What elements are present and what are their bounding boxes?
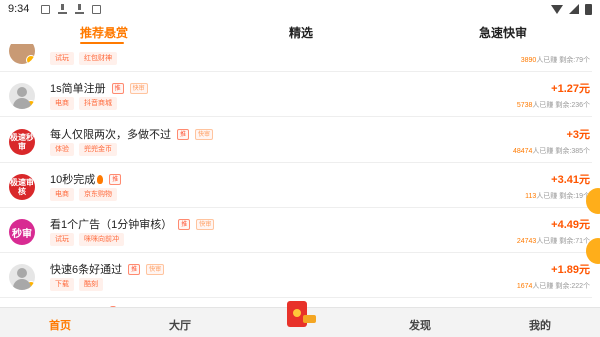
download-notification-icon xyxy=(58,4,68,14)
task-stats: 5738人已赚 剩余:236个 xyxy=(516,102,590,109)
task-reward: +3.41元 xyxy=(551,174,590,186)
red-packet-icon[interactable] xyxy=(287,301,307,327)
verified-badge-icon xyxy=(26,100,35,109)
recommend-mark: 推 xyxy=(128,263,141,275)
task-tag: 酷刻 xyxy=(79,278,103,291)
task-avatar: 极速审核 xyxy=(9,174,35,200)
task-title: 看1个广告（1分钟审核） xyxy=(50,219,173,231)
task-avatar xyxy=(9,83,35,109)
task-avatar xyxy=(9,44,35,64)
status-time: 9:34 xyxy=(8,3,30,15)
task-tag: 咪咪向前冲 xyxy=(79,233,124,246)
gift-icon xyxy=(303,315,316,323)
nav-home[interactable]: 首页 xyxy=(49,317,71,333)
task-stats: 113人已赚 剩余:19个 xyxy=(525,193,590,200)
task-title: 快速6条好通过 xyxy=(50,264,123,276)
task-reward: +3元 xyxy=(566,129,590,141)
task-tag: 红包财神 xyxy=(79,52,117,65)
tab-featured[interactable]: 精选 xyxy=(289,24,313,41)
task-stats: 1674人已赚 剩余:222个 xyxy=(516,283,590,290)
task-stats: 48474人已赚 剩余:385个 xyxy=(512,148,590,155)
task-row[interactable]: 秒审 看1个广告（1分钟审核） 推 快审 试玩 咪咪向前冲 +4.49元 247… xyxy=(0,208,592,253)
nav-discover[interactable]: 发现 xyxy=(409,317,431,333)
fast-review-mark: 快审 xyxy=(195,128,214,140)
task-tag: 下载 xyxy=(50,278,74,291)
task-avatar: 秒审 xyxy=(9,219,35,245)
verified-badge-icon xyxy=(26,55,35,64)
task-title: 1s简单注册 xyxy=(50,83,106,95)
task-tag: 体验 xyxy=(50,143,74,156)
task-row[interactable]: 极速审核 10秒完成 推 电商 京东购物 +3.41元 113人已赚 剩余:19… xyxy=(0,163,592,208)
signal-icon xyxy=(569,4,579,14)
task-list[interactable]: 试玩 红包财神 3890人已赚 剩余:79个 1s简单注册 推 快审 电商 抖音… xyxy=(0,44,600,307)
task-row[interactable]: 快速6条好通过 推 快审 下载 酷刻 +1.89元 1674人已赚 剩余:222… xyxy=(0,253,592,298)
recommend-mark: 推 xyxy=(111,82,124,94)
task-reward: +4.49元 xyxy=(551,219,590,231)
task-tag: 电商 xyxy=(50,188,74,201)
tab-fast-review[interactable]: 急速快审 xyxy=(479,24,527,41)
task-row[interactable]: 1s简单注册 推 快审 电商 抖音商城 +1.27元 5738人已赚 剩余:23… xyxy=(0,72,592,117)
task-title: 每人仅限两次，多做不过 xyxy=(50,129,171,141)
top-tabs: 推荐悬赏 精选 急速快审 xyxy=(0,18,600,44)
task-tag: 兜兜金币 xyxy=(79,143,117,156)
task-row[interactable]: 极速秒审 每人仅限两次，多做不过 推 快审 体验 兜兜金币 +3元 48474人… xyxy=(0,118,592,163)
download-notification-icon xyxy=(75,4,85,14)
recommend-mark: 推 xyxy=(178,218,191,230)
fire-icon xyxy=(97,174,104,184)
task-tag: 电商 xyxy=(50,97,74,110)
task-stats: 3890人已赚 剩余:79个 xyxy=(520,57,590,64)
task-tag: 试玩 xyxy=(50,52,74,65)
verified-badge-icon xyxy=(26,281,35,290)
status-bar: 9:34 xyxy=(0,0,600,18)
task-title: 10秒完成 xyxy=(50,174,96,186)
task-reward: +1.27元 xyxy=(551,83,590,95)
tab-recommended[interactable]: 推荐悬赏 xyxy=(80,24,128,41)
task-row[interactable]: 试玩 红包财神 3890人已赚 剩余:79个 xyxy=(0,44,592,72)
fast-review-mark: 快审 xyxy=(196,218,215,230)
task-stats: 24743人已赚 剩余:71个 xyxy=(516,238,590,245)
nav-mine[interactable]: 我的 xyxy=(529,317,551,333)
recommend-mark: 推 xyxy=(109,173,122,185)
task-tag: 抖音商城 xyxy=(79,97,117,110)
battery-icon xyxy=(585,3,592,15)
task-tag: 试玩 xyxy=(50,233,74,246)
wifi-icon xyxy=(551,4,563,14)
task-reward: +1.89元 xyxy=(551,264,590,276)
app-notification-icon xyxy=(92,4,102,14)
recommend-mark: 推 xyxy=(177,128,190,140)
task-tag: 京东购物 xyxy=(79,188,117,201)
task-avatar xyxy=(9,264,35,290)
nav-hall[interactable]: 大厅 xyxy=(169,317,191,333)
fast-review-mark: 快审 xyxy=(146,263,165,275)
gallery-notification-icon xyxy=(41,4,51,14)
fast-review-mark: 快审 xyxy=(129,82,148,94)
task-avatar: 极速秒审 xyxy=(9,129,35,155)
